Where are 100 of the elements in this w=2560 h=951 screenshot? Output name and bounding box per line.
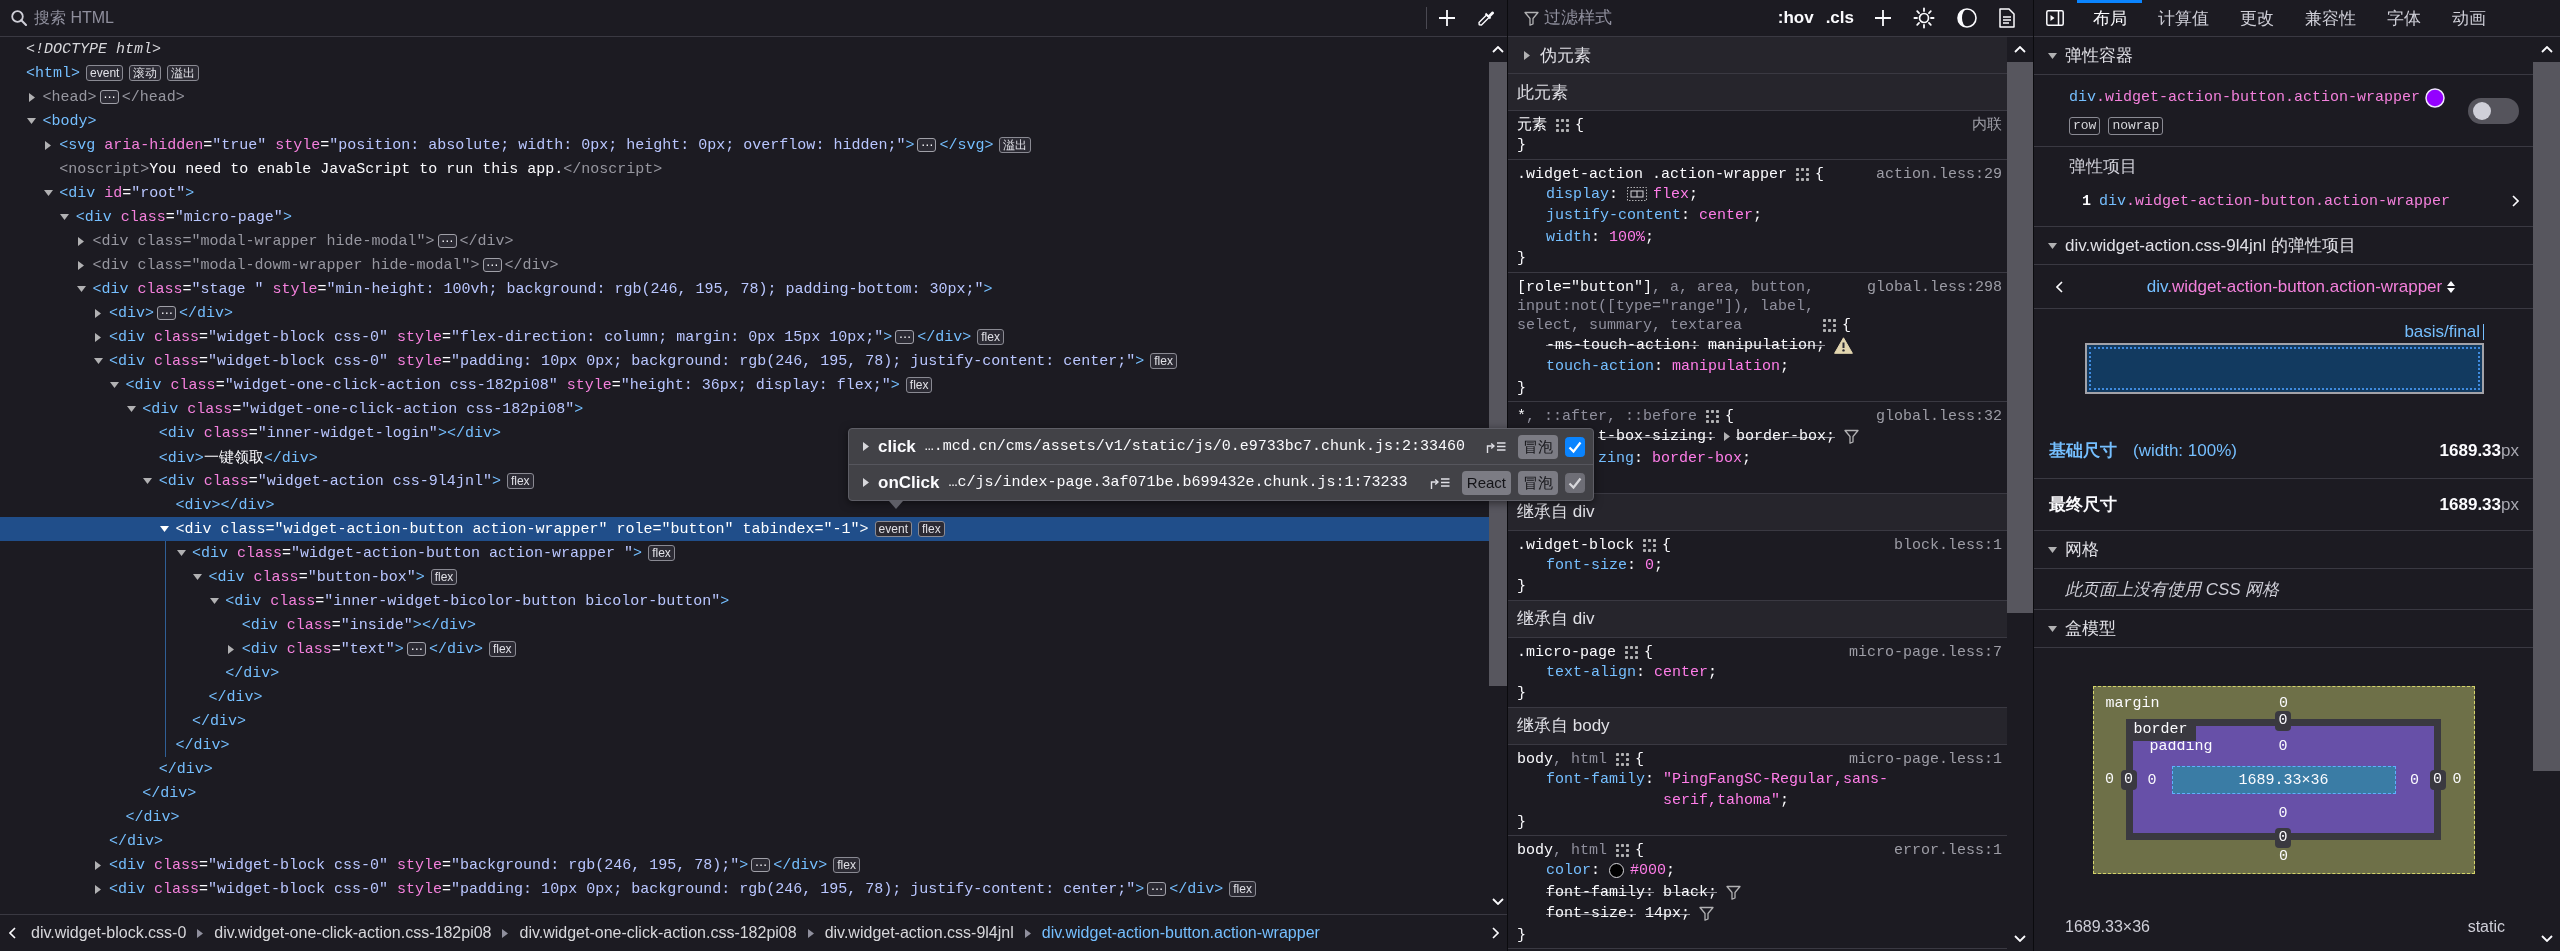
toolbar-toggle-button[interactable]: :hov: [1771, 8, 1820, 28]
color-swatch-icon[interactable]: [2425, 87, 2446, 108]
markup-text[interactable]: <div class="button-box">: [208, 568, 425, 586]
toolbar-toggle-button[interactable]: .cls: [1819, 8, 1860, 28]
caret-down-icon[interactable]: [2048, 546, 2057, 553]
markup-text[interactable]: <body>: [42, 112, 97, 130]
scrollbar-thumb[interactable]: [2533, 62, 2560, 771]
markup-text[interactable]: <div class="widget-action-button action-wrapper ">: [192, 544, 643, 562]
checkbox[interactable]: [1565, 436, 1585, 457]
caret-right-icon[interactable]: [95, 884, 101, 894]
chevron-up-icon[interactable]: [1492, 46, 1504, 53]
caret-down-icon[interactable]: [2048, 52, 2057, 59]
caret-down-icon[interactable]: [2048, 625, 2057, 632]
markup-text[interactable]: </div>: [158, 760, 213, 778]
caret-right-icon[interactable]: [1724, 432, 1731, 442]
markup-text[interactable]: <div class="widget-one-click-action css-182pi08" style="height: 36px; display: flex;">: [125, 376, 900, 394]
caret-down-icon[interactable]: [2048, 242, 2057, 249]
expand-button[interactable]: ⋯: [895, 330, 915, 344]
caret-down-icon[interactable]: [76, 286, 86, 292]
caret-down-icon[interactable]: [60, 214, 70, 220]
sun-icon[interactable]: [1913, 7, 1935, 29]
markup-text[interactable]: <div class="inner-widget-bicolor-button bicolor-button">: [225, 592, 730, 610]
caret-down-icon[interactable]: [27, 118, 37, 124]
breadcrumb-item[interactable]: div.widget-action-button.action-wrapper: [1039, 924, 1322, 942]
grid-dots-icon[interactable]: [1556, 119, 1569, 132]
caret-down-icon[interactable]: [176, 550, 186, 556]
expand-button[interactable]: ⋯: [917, 138, 937, 152]
markup-text[interactable]: </div>: [175, 736, 230, 754]
caret-down-icon[interactable]: [43, 190, 53, 196]
contrast-icon[interactable]: [1957, 8, 1977, 28]
selected-row[interactable]: <div class="widget-action-button action-wrapper" role="button" tabindex="-1"> event flex: [0, 517, 1489, 541]
markup-text[interactable]: <div>一键领取</div>: [158, 447, 318, 467]
document-icon[interactable]: [1999, 8, 2015, 28]
expand-button[interactable]: ⋯: [482, 258, 502, 272]
chevron-up-icon[interactable]: [2540, 46, 2553, 53]
caret-down-icon[interactable]: [93, 358, 103, 364]
markup-text[interactable]: <div class="text">: [241, 640, 404, 658]
plus-icon[interactable]: [1875, 10, 1891, 26]
source-link[interactable]: action.less:29: [1875, 164, 2002, 184]
markup-text[interactable]: </div>: [208, 688, 263, 706]
panel-tab[interactable]: 布局: [2077, 0, 2142, 36]
markup-text[interactable]: <div class="modal-wrapper hide-modal">: [92, 232, 435, 250]
markup-text[interactable]: <div class="modal-dowm-wrapper hide-modal">: [92, 256, 480, 274]
markup-badge[interactable]: flex: [905, 377, 933, 393]
caret-right-icon[interactable]: [95, 332, 101, 342]
chevron-down-icon[interactable]: [2540, 935, 2553, 942]
breadcrumb-item[interactable]: div.widget-one-click-action.css-182pi08: [517, 924, 799, 942]
caret-right-icon[interactable]: [1524, 50, 1530, 60]
markup-text[interactable]: <div class="inner-widget-login"></div>: [158, 424, 501, 442]
markup-text[interactable]: <div class="widget-block css-0" style="padding: 10px 0px; background: rgb(246, 195, 78); justify-content: center;">: [109, 352, 1145, 370]
markup-badge[interactable]: flex: [833, 857, 860, 873]
caret-down-icon[interactable]: [143, 478, 153, 484]
plus-icon[interactable]: [1439, 10, 1455, 26]
source-link[interactable]: micro-page.less:7: [1848, 642, 2002, 662]
panel-tab[interactable]: 计算值: [2142, 0, 2224, 36]
chevron-up-icon[interactable]: [2014, 46, 2026, 53]
chevron-left-icon[interactable]: [9, 927, 16, 939]
listener-source-link[interactable]: ….mcd.cn/cms/assets/v1/static/js/0.e9733bc7.chunk.js:2:33460: [924, 438, 1465, 455]
markup-text[interactable]: </div>: [109, 832, 164, 850]
expand-button[interactable]: ⋯: [99, 90, 119, 104]
panel-tab[interactable]: 字体: [2371, 0, 2436, 36]
markup-text[interactable]: </svg>: [939, 136, 994, 154]
caret-right-icon[interactable]: [78, 260, 85, 270]
grid-dots-icon[interactable]: [1616, 844, 1630, 857]
markup-badge[interactable]: flex: [917, 521, 945, 537]
chevron-right-icon[interactable]: [1492, 927, 1499, 939]
source-link[interactable]: error.less:1: [1893, 841, 2002, 860]
caret-down-icon[interactable]: [159, 526, 169, 532]
caret-right-icon[interactable]: [95, 308, 101, 318]
markup-text[interactable]: </div>: [428, 640, 483, 658]
markup-badge[interactable]: flex: [430, 569, 458, 585]
source-link[interactable]: 内联: [1972, 116, 2002, 135]
markup-text[interactable]: <noscript>You need to enable JavaScript to run this app.</noscript>: [59, 160, 663, 178]
markup-badge[interactable]: flex: [648, 545, 675, 561]
markup-text[interactable]: <div class="widget-one-click-action css-182pi08">: [142, 400, 584, 418]
chevron-left-icon[interactable]: [2056, 280, 2063, 293]
markup-text[interactable]: <div class="widget-block css-0" style="padding: 10px 0px; background: rgb(246, 195, 78); justify-content: center;">: [109, 880, 1145, 898]
caret-down-icon[interactable]: [209, 598, 219, 604]
markup-badge[interactable]: 溢出: [999, 137, 1032, 153]
jump-icon[interactable]: [1429, 475, 1450, 490]
markup-text[interactable]: <svg aria-hidden="true" style="position: absolute; width: 0px; height: 0px; overflow: hidden;">: [59, 136, 915, 154]
sidebar-toggle-icon[interactable]: [2046, 10, 2064, 26]
markup-text[interactable]: <head>: [42, 88, 97, 106]
markup-text[interactable]: </div>: [504, 256, 559, 274]
flex-item-link[interactable]: div.widget-action-button.action-wrapper: [2099, 192, 2451, 210]
caret-right-icon[interactable]: [863, 442, 869, 451]
caret-right-icon[interactable]: [78, 236, 85, 246]
caret-right-icon[interactable]: [45, 140, 52, 150]
markup-text[interactable]: </head>: [121, 88, 185, 106]
markup-text[interactable]: </div>: [125, 808, 180, 826]
doctype-text[interactable]: <!DOCTYPE html>: [26, 40, 162, 58]
markup-text[interactable]: <html>: [26, 64, 81, 82]
source-link[interactable]: global.less:32: [1875, 407, 2002, 426]
expand-button[interactable]: ⋯: [157, 306, 177, 320]
grid-dots-icon[interactable]: [1706, 410, 1720, 423]
caret-right-icon[interactable]: [227, 644, 234, 654]
toggle-switch[interactable]: [2468, 97, 2519, 124]
source-link[interactable]: micro-page.less:1: [1848, 749, 2002, 769]
source-link[interactable]: block.less:1: [1893, 535, 2002, 555]
markup-badge[interactable]: event: [874, 521, 912, 537]
